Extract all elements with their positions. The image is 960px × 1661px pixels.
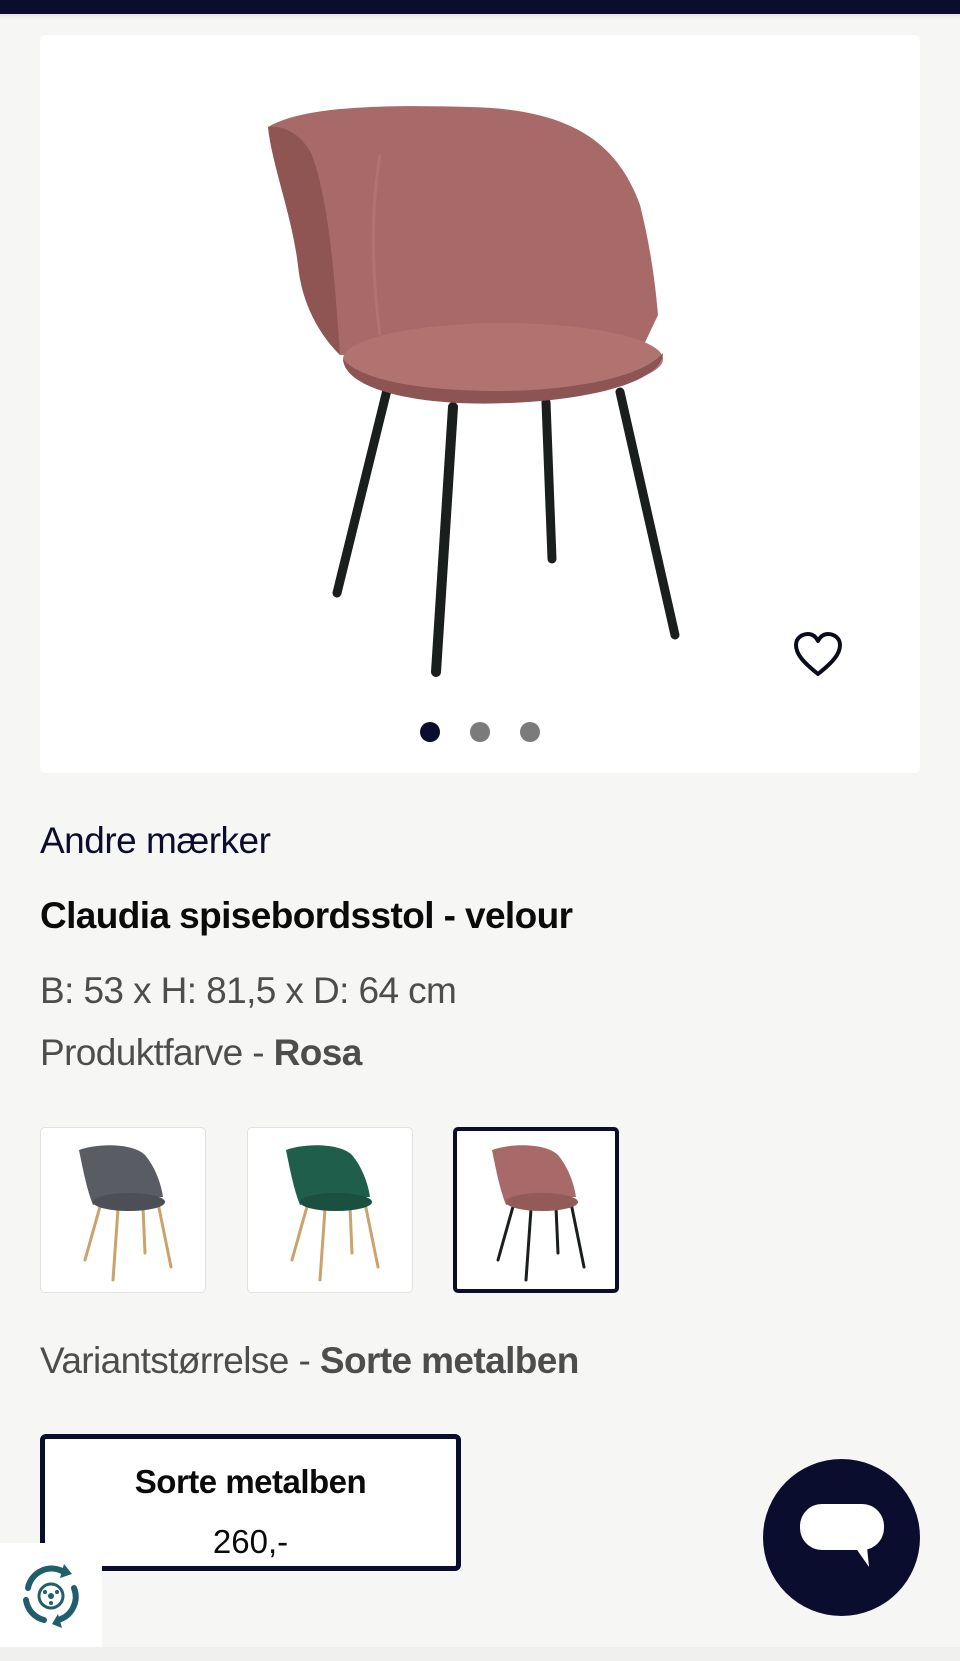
- gallery-dot-2[interactable]: [470, 722, 490, 742]
- variant-label-text: Variantstørrelse -: [40, 1340, 320, 1381]
- color-swatch-green[interactable]: [247, 1127, 413, 1293]
- variant-option-button[interactable]: Sorte metalben 260,-: [40, 1434, 461, 1571]
- color-swatch-rosa[interactable]: [453, 1127, 619, 1293]
- product-color: Produktfarve - Rosa: [40, 1032, 362, 1074]
- chair-thumbnail-rosa: [492, 1145, 586, 1282]
- color-label: Produktfarve -: [40, 1032, 274, 1073]
- chair-thumbnail-grey: [79, 1145, 173, 1282]
- gallery-dot-1[interactable]: [420, 722, 440, 742]
- top-nav-bar: [0, 0, 960, 14]
- product-title: Claudia spisebordsstol - velour: [40, 895, 573, 936]
- bottom-edge: [0, 1647, 960, 1661]
- variant-option-name: Sorte metalben: [134, 1463, 367, 1500]
- product-image-gallery[interactable]: [40, 35, 920, 773]
- gallery-dot-3[interactable]: [520, 722, 540, 742]
- chat-bubble-icon[interactable]: [763, 1459, 920, 1616]
- variant-value: Sorte metalben: [319, 1340, 580, 1381]
- product-dimensions: B: 53 x H: 81,5 x D: 64 cm: [40, 970, 457, 1011]
- chair-thumbnail-green: [286, 1145, 380, 1282]
- color-swatch-grey[interactable]: [40, 1127, 206, 1293]
- recycle-icon[interactable]: [0, 1543, 102, 1647]
- color-value: Rosa: [273, 1032, 363, 1073]
- variant-size-label: Variantstørrelse - Sorte metalben: [40, 1340, 579, 1382]
- variant-option-price: 260,-: [212, 1523, 289, 1560]
- top-nav-shadow: [0, 14, 960, 20]
- gallery-pagination: [40, 722, 920, 742]
- brand-link[interactable]: Andre mærker: [40, 820, 271, 862]
- favorite-heart-icon[interactable]: [786, 623, 850, 687]
